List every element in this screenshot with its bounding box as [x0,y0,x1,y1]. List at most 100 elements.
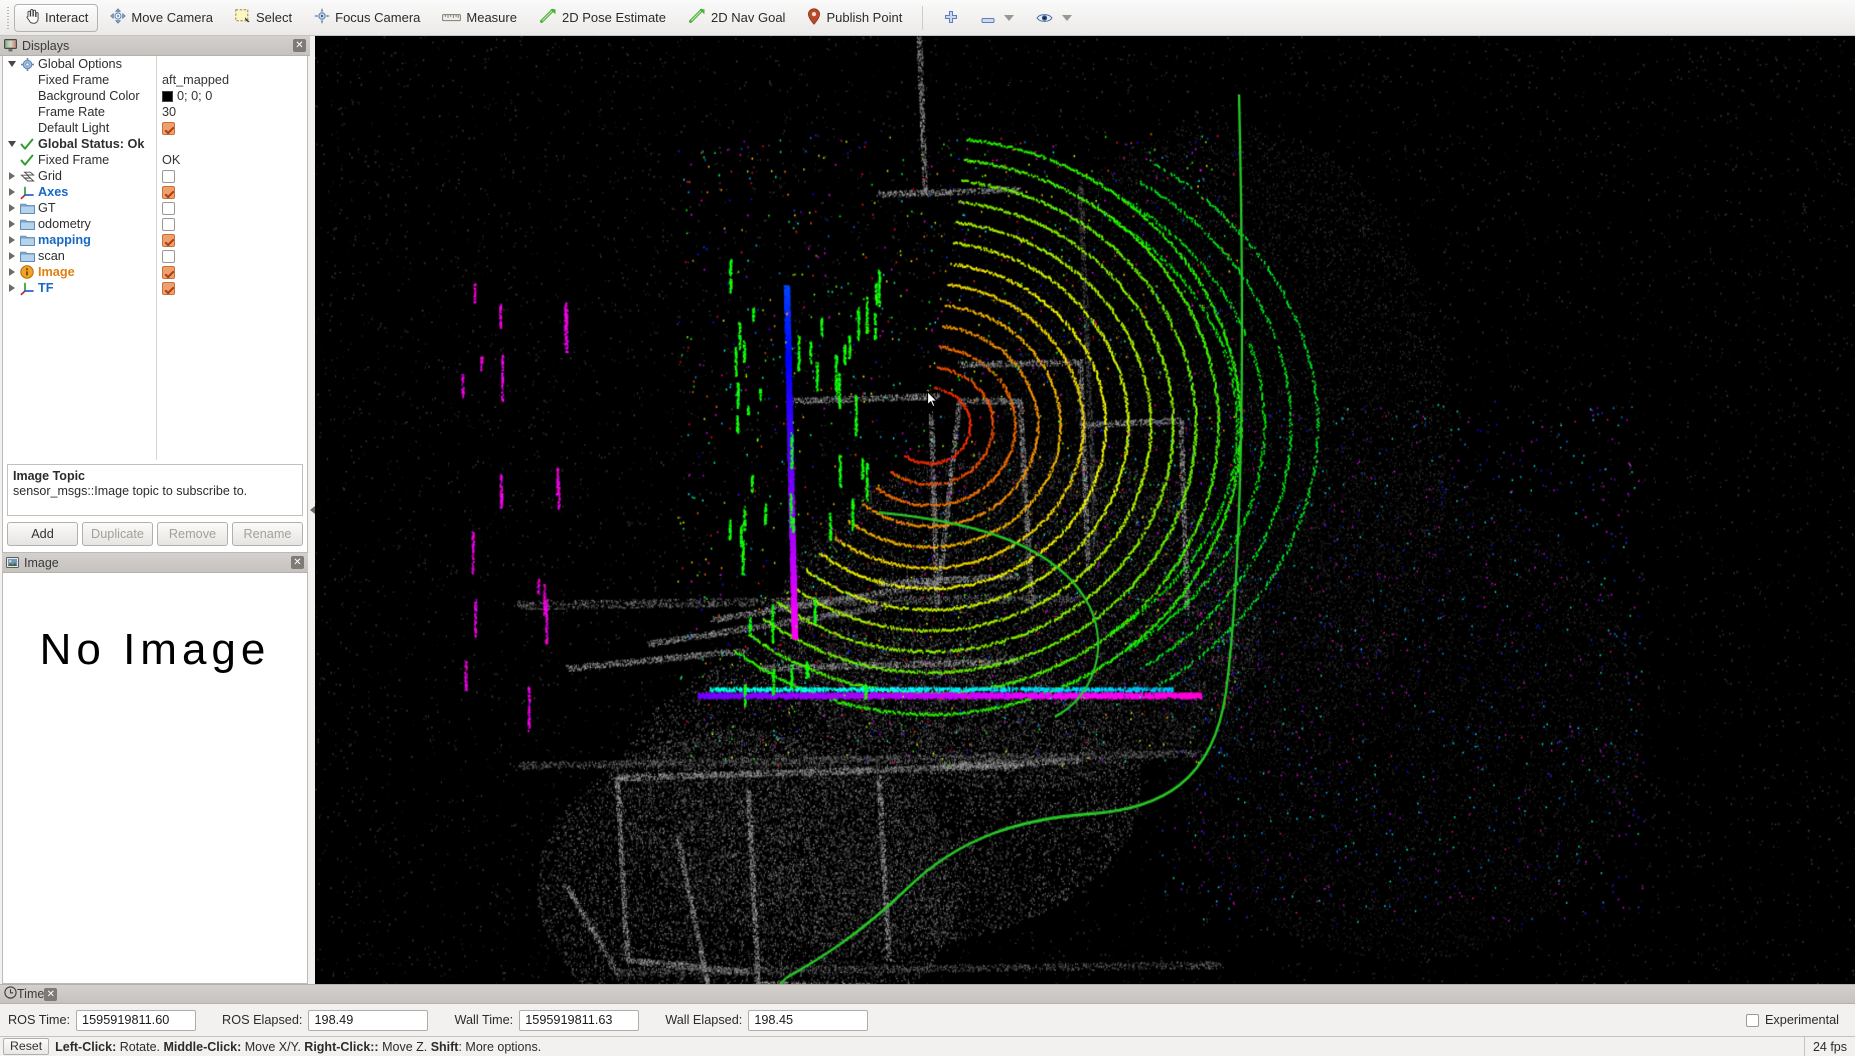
tree-row-checkbox[interactable] [162,169,175,183]
tree-row-checkbox[interactable] [162,201,175,215]
time-input-ros-time[interactable]: 1595919811.60 [76,1009,197,1031]
displays-tree[interactable]: Global Options Fixed Frame aft_mapped Backg… [3,56,307,460]
tree-row-gt[interactable]: GT [3,200,307,216]
time-input-ros-elapsed[interactable]: 198.49 [308,1009,429,1031]
tree-row-global-status-ok[interactable]: Global Status: Ok [3,136,307,152]
tree-row-name-cell: GT [3,201,156,215]
tree-row-name-cell: TF [3,281,156,296]
toolbar-button-publish-point[interactable]: Publish Point [797,4,912,32]
tree-row-value-cell[interactable] [156,233,307,247]
toolbar-button-focus-camera[interactable]: Focus Camera [304,4,430,32]
tree-row-label: Background Color [38,89,140,103]
hand-icon [24,8,40,27]
expand-arrow-icon[interactable] [5,236,19,244]
tree-row-checkbox[interactable] [162,121,175,135]
tree-row-checkbox[interactable] [162,233,175,247]
tree-row-default-light[interactable]: Default Light [3,120,307,136]
expand-arrow-icon[interactable] [5,284,19,292]
tree-row-checkbox[interactable] [162,217,175,231]
toolbar-button-select[interactable]: Select [225,4,302,32]
close-icon[interactable]: ✕ [44,987,58,1001]
visibility-tool-button[interactable] [1026,4,1082,32]
toolbar-button-label: 2D Pose Estimate [561,10,667,25]
tree-row-value-cell[interactable] [156,265,307,279]
add-button[interactable]: Add [7,522,78,546]
tree-row-grid[interactable]: Grid [3,168,307,184]
displays-panel: Global Options Fixed Frame aft_mapped Backg… [2,56,308,553]
tree-row-mapping[interactable]: mapping [3,232,307,248]
toolbar-drag-handle[interactable] [4,4,11,31]
tree-row-value-cell[interactable] [156,217,307,231]
close-icon[interactable]: ✕ [293,39,306,52]
remove-button: Remove [157,522,228,546]
tree-row-axes[interactable]: Axes [3,184,307,200]
clock-icon [4,986,17,1002]
tree-row-value-cell[interactable]: 30 [156,105,307,119]
tree-row-value-cell[interactable] [156,281,307,295]
tree-row-value-cell[interactable]: OK [156,153,307,167]
tree-row-label: Default Light [38,121,110,135]
green-check-icon [19,138,35,151]
tree-row-name-cell: Global Status: Ok [3,137,156,151]
point-cloud-canvas[interactable] [315,36,1855,984]
expand-arrow-icon[interactable] [5,252,19,260]
tree-row-name-cell: Axes [3,185,156,200]
hint-part: Shift [430,1039,459,1054]
expand-arrow-icon[interactable] [5,188,19,196]
image-display-area: No Image [2,573,308,984]
measure-icon [442,10,462,25]
tree-row-checkbox[interactable] [162,265,175,279]
color-swatch[interactable] [162,90,173,102]
add-tool-button[interactable] [933,4,969,32]
collapse-arrow-icon[interactable] [5,141,19,147]
toolbar-button-label: Select [256,10,293,25]
time-input-wall-time[interactable]: 1595919811.63 [519,1009,640,1031]
property-description-box: Image Topic sensor_msgs::Image topic to … [7,464,303,516]
time-input-wall-elapsed[interactable]: 198.45 [748,1009,869,1031]
tree-row-checkbox[interactable] [162,249,175,263]
toolbar-button-2d-pose-estimate[interactable]: 2D Pose Estimate [529,4,676,32]
tree-row-value-cell[interactable] [156,121,307,135]
tree-row-value-cell[interactable] [156,185,307,199]
tree-row-checkbox[interactable] [162,281,175,295]
tree-row-value-cell[interactable] [156,201,307,215]
tree-row-global-options[interactable]: Global Options [3,56,307,72]
tree-row-checkbox[interactable] [162,185,175,199]
tree-row-fixed-frame[interactable]: Fixed Frame aft_mapped [3,72,307,88]
render-view-3d[interactable] [315,36,1855,984]
expand-arrow-icon[interactable] [5,268,19,276]
tree-row-scan[interactable]: scan [3,248,307,264]
tree-row-value-cell[interactable]: 0; 0; 0 [156,89,307,103]
chevron-down-icon[interactable] [1004,14,1015,21]
experimental-toggle[interactable]: Experimental [1745,1013,1839,1027]
tree-row-background-color[interactable]: Background Color 0; 0; 0 [3,88,307,104]
tree-row-frame-rate[interactable]: Frame Rate 30 [3,104,307,120]
close-icon[interactable]: ✕ [291,556,304,569]
chevron-down-icon[interactable] [1062,14,1073,21]
toolbar-button-label: Interact [45,10,89,25]
picture-icon [6,556,19,569]
tree-row-odometry[interactable]: odometry [3,216,307,232]
tree-row-label: mapping [38,233,91,247]
hint-part: Middle-Click: [163,1039,242,1054]
tree-row-value-cell[interactable] [156,249,307,263]
tree-row-fixed-frame[interactable]: Fixed Frame OK [3,152,307,168]
expand-arrow-icon[interactable] [5,220,19,228]
expand-arrow-icon[interactable] [5,204,19,212]
no-image-placeholder: No Image [39,625,271,674]
toolbar-button-2d-nav-goal[interactable]: 2D Nav Goal [678,4,795,32]
collapse-arrow-icon[interactable] [5,61,19,67]
main-area: Displays ✕ Global Options Fixed Frame aft_… [0,36,1855,984]
experimental-checkbox[interactable] [1745,1013,1759,1027]
toolbar-button-move-camera[interactable]: Move Camera [100,4,223,32]
toolbar-button-interact[interactable]: Interact [14,3,99,32]
description-text: sensor_msgs::Image topic to subscribe to… [13,484,248,498]
tree-row-image[interactable]: Image [3,264,307,280]
expand-arrow-icon[interactable] [5,172,19,180]
remove-tool-button[interactable] [971,4,1024,32]
toolbar-button-measure[interactable]: Measure [432,4,527,32]
tree-row-value-cell[interactable]: aft_mapped [156,73,307,87]
tree-row-tf[interactable]: TF [3,280,307,296]
reset-button[interactable]: Reset [3,1038,50,1055]
tree-row-value-cell[interactable] [156,169,307,183]
